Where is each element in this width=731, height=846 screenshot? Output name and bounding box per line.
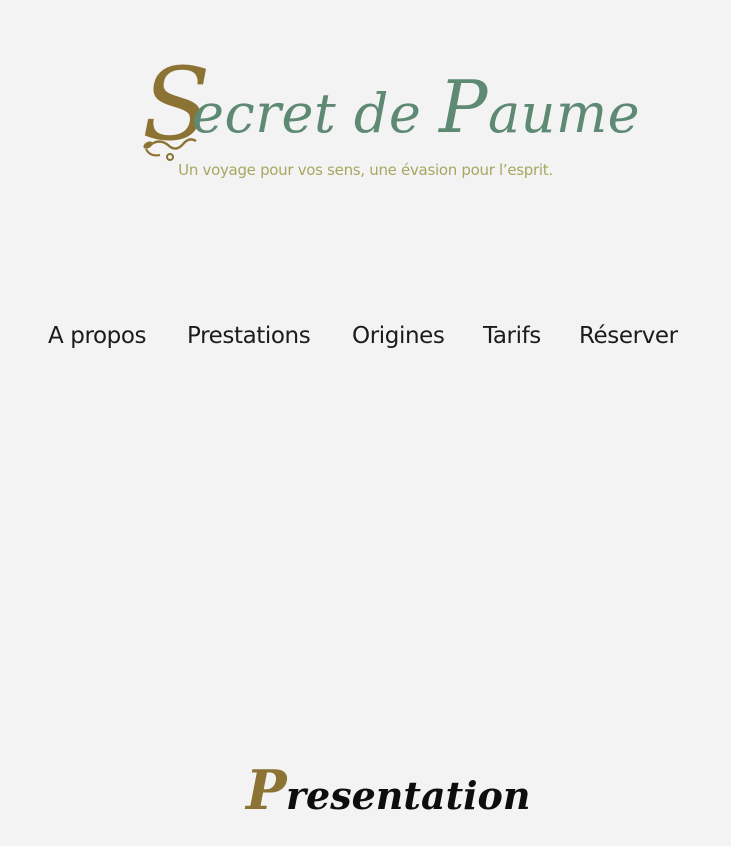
nav-item-reserver[interactable]: Réserver	[579, 318, 678, 354]
main-navigation: A propos Prestations Origines Tarifs Rés…	[0, 318, 731, 354]
site-logo[interactable]: S ecret de Paume	[0, 55, 731, 165]
logo-wordmark: ecret de Paume	[192, 71, 641, 145]
logo-text-cap: P	[439, 65, 488, 149]
section-title-initial: P	[246, 758, 287, 822]
site-tagline: Un voyage pour vos sens, une évasion pou…	[178, 161, 553, 179]
nav-item-origines[interactable]: Origines	[352, 318, 445, 354]
section-title-text: resentation	[286, 773, 531, 818]
section-title: P resentation	[0, 760, 731, 824]
nav-item-a-propos[interactable]: A propos	[48, 318, 147, 354]
nav-item-prestations[interactable]: Prestations	[187, 318, 311, 354]
logo-text-b: aume	[487, 82, 641, 145]
logo-text-a: ecret de	[192, 82, 440, 145]
nav-item-tarifs[interactable]: Tarifs	[483, 318, 541, 354]
